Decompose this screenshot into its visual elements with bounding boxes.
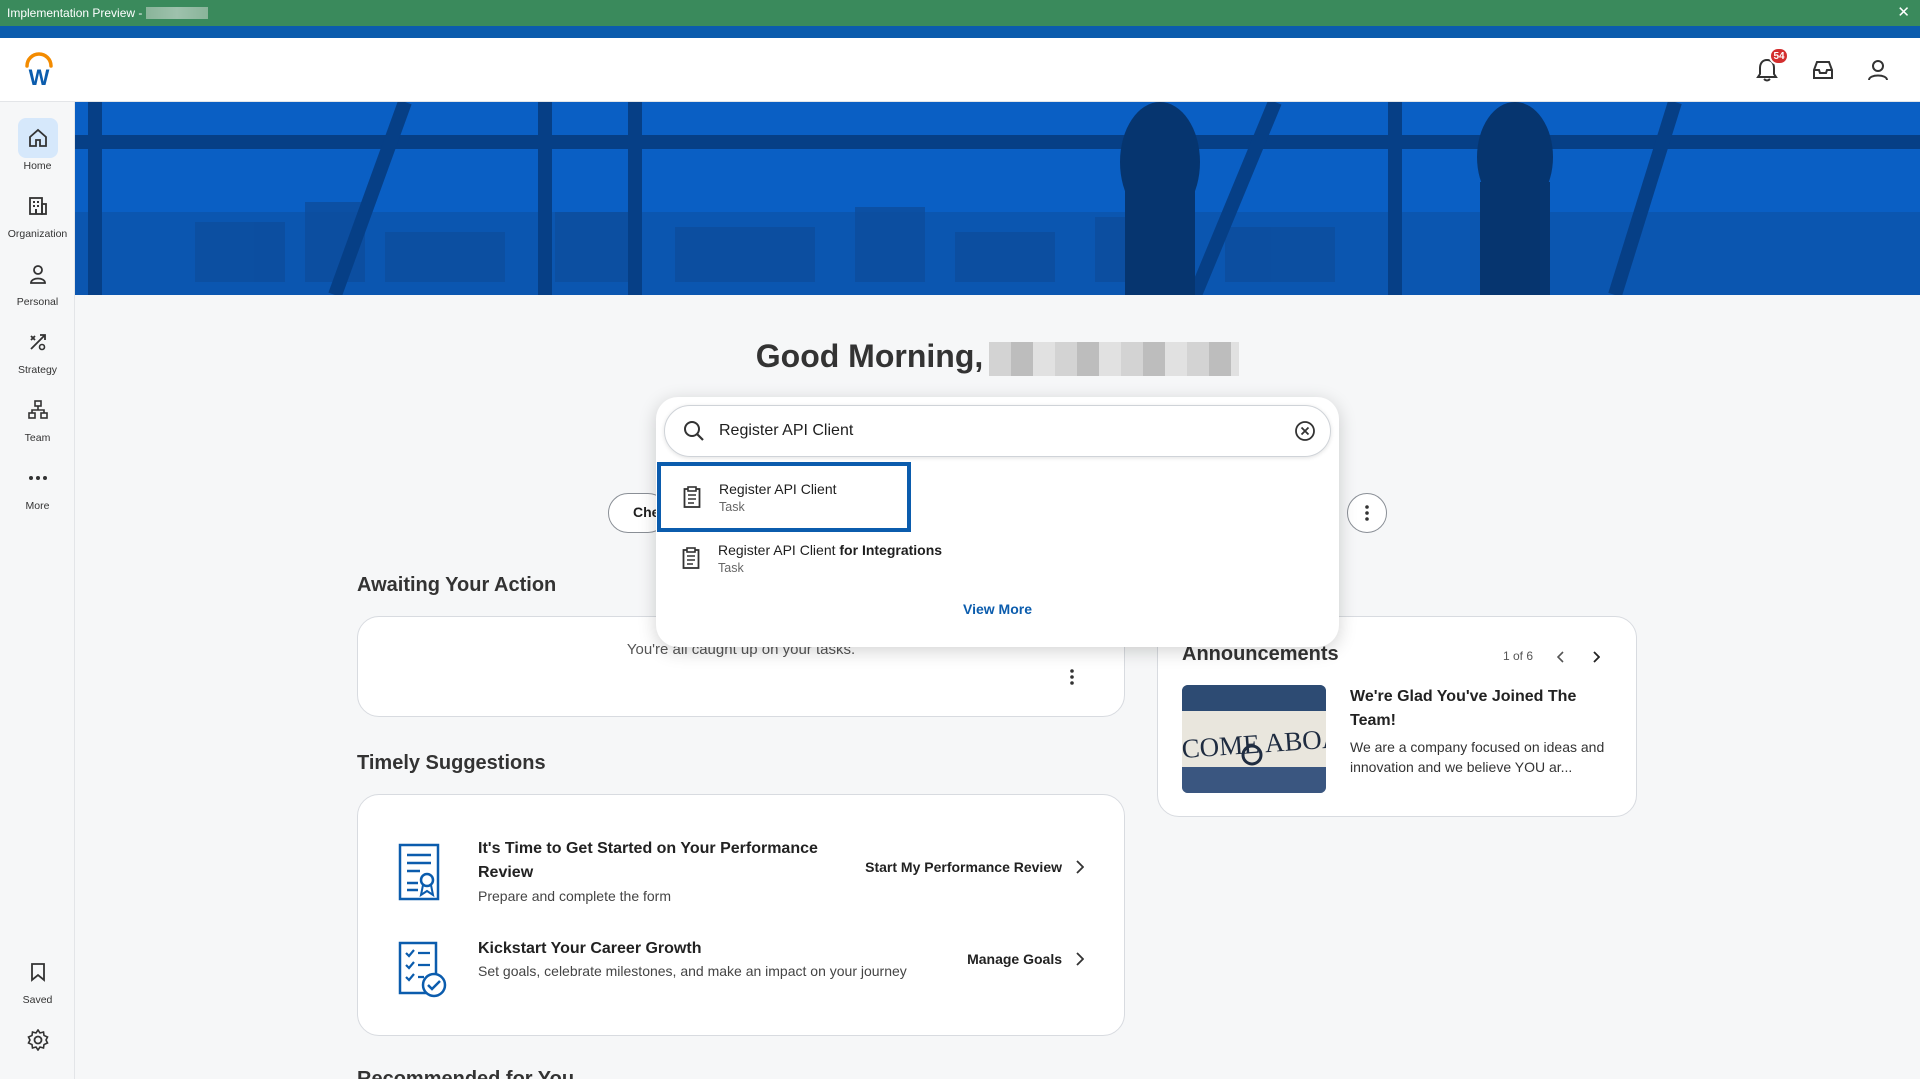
suggestion-title: Kickstart Your Career Growth: [478, 940, 702, 957]
suggestion-description: Prepare and complete the form: [478, 888, 671, 904]
task-clipboard-icon: [680, 547, 702, 569]
more-horizontal-icon: [18, 458, 58, 498]
search-result-register-api-client-integrations[interactable]: Register API Client for Integrations Tas…: [658, 527, 1218, 589]
awaiting-section-title: Awaiting Your Action: [357, 574, 557, 596]
announcement-body: We are a company focused on ideas and in…: [1350, 739, 1605, 775]
nav-saved-label: Saved: [22, 994, 53, 1006]
nav-organization-label: Organization: [7, 228, 68, 240]
suggestion-title: It's Time to Get Started on Your Perform…: [478, 840, 818, 881]
quick-actions-more-button[interactable]: [1347, 493, 1387, 533]
nav-team-label: Team: [24, 432, 51, 444]
checklist-goals-icon: [398, 941, 448, 1004]
recommended-section-title: Recommended for You: [357, 1068, 575, 1079]
suggestion-action-label: Manage Goals: [967, 951, 1062, 967]
suggestion-description: Set goals, celebrate milestones, and mak…: [478, 963, 907, 979]
announcements-next-button[interactable]: [1584, 645, 1608, 669]
bookmark-icon: [18, 952, 58, 992]
inbox-icon[interactable]: [1807, 54, 1839, 86]
chevron-right-icon: [1076, 952, 1084, 966]
svg-text:W: W: [29, 65, 50, 88]
task-clipboard-icon: [681, 486, 703, 508]
manage-goals-link[interactable]: Manage Goals: [967, 951, 1084, 967]
brand-stripe: [0, 26, 1920, 38]
search-result-title: Register API Client: [719, 480, 837, 497]
view-more-link[interactable]: View More: [656, 601, 1339, 617]
suggestions-section-title: Timely Suggestions: [357, 752, 546, 774]
nav-home-label: Home: [23, 160, 52, 172]
close-window-icon[interactable]: ✕: [1897, 3, 1910, 21]
greeting-heading: Good Morning,: [0, 338, 1920, 376]
nav-team[interactable]: Team: [0, 390, 75, 450]
suggestions-card: It's Time to Get Started on Your Perform…: [357, 794, 1125, 1036]
announcements-prev-button[interactable]: [1549, 645, 1573, 669]
search-result-type: Task: [719, 499, 745, 514]
search-result-register-api-client[interactable]: Register API Client Task: [657, 462, 911, 532]
profile-icon[interactable]: [1862, 54, 1894, 86]
hero-banner-image: [75, 102, 1920, 295]
nav-home[interactable]: Home: [0, 118, 75, 178]
window-title: Implementation Preview -: [7, 6, 143, 20]
nav-more[interactable]: More: [0, 458, 75, 518]
building-icon: [18, 186, 58, 226]
clear-search-icon[interactable]: [1294, 420, 1316, 442]
search-input[interactable]: [719, 422, 1279, 440]
chevron-left-icon: [1557, 651, 1564, 663]
nav-settings[interactable]: [0, 1020, 75, 1079]
chevron-right-icon: [1593, 651, 1600, 663]
announcements-counter: 1 of 6: [1503, 649, 1534, 663]
greeting-text: Good Morning,: [755, 338, 984, 374]
nav-personal[interactable]: Personal: [0, 254, 75, 314]
nav-more-label: More: [25, 500, 50, 512]
announcement-headline[interactable]: We're Glad You've Joined The Team!: [1350, 685, 1610, 733]
suggestion-item: Kickstart Your Career Growth Set goals, …: [358, 940, 1124, 1031]
home-icon: [17, 118, 58, 158]
nav-saved[interactable]: Saved: [0, 952, 75, 1012]
search-icon: [684, 421, 704, 441]
notification-badge: 54: [1769, 47, 1789, 65]
search-dropdown: Register API Client Task Register API Cl…: [656, 397, 1339, 647]
kebab-icon: [1365, 505, 1369, 521]
nav-organization[interactable]: Organization: [0, 186, 75, 246]
redacted-title: [146, 7, 209, 19]
nav-personal-label: Personal: [16, 296, 59, 308]
workday-logo-icon[interactable]: W: [22, 52, 56, 90]
window-title-bar: Implementation Preview - ✕: [0, 0, 1920, 26]
performance-review-form-icon: [398, 843, 440, 906]
start-performance-review-link[interactable]: Start My Performance Review: [865, 859, 1084, 875]
search-bar[interactable]: [664, 405, 1331, 457]
team-hierarchy-icon: [18, 390, 58, 430]
redacted-user-name: [989, 341, 1240, 376]
suggestion-action-label: Start My Performance Review: [865, 859, 1062, 875]
top-header: W 54: [0, 38, 1920, 102]
search-result-type: Task: [718, 560, 744, 575]
gear-icon: [18, 1020, 58, 1060]
suggestion-item: It's Time to Get Started on Your Perform…: [358, 840, 1124, 933]
person-icon: [18, 254, 58, 294]
side-navigation: Home Organization Personal Strategy Team…: [0, 102, 75, 1079]
welcome-aboard-image[interactable]: ELCOME ABOAR: [1182, 685, 1326, 793]
chevron-right-icon: [1076, 860, 1084, 874]
awaiting-options-kebab-icon[interactable]: [1070, 669, 1074, 690]
search-result-title: Register API Client for Integrations: [718, 541, 943, 558]
notifications-bell-icon[interactable]: 54: [1751, 47, 1789, 86]
